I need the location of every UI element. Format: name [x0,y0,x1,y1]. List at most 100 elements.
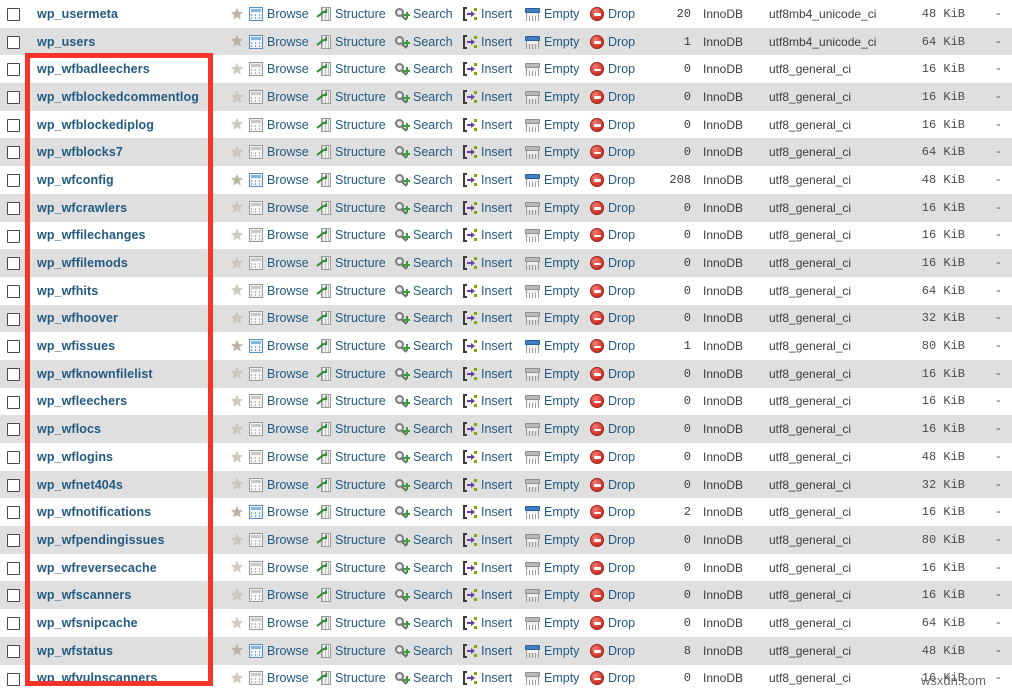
row-select-cell[interactable] [0,166,26,194]
structure-cell[interactable]: Structure [317,55,395,83]
table-row[interactable]: wp_wfvulnscanners★BrowseStructureSearchI… [0,665,1012,692]
star-icon[interactable]: ★ [230,366,243,381]
table-row[interactable]: wp_wfpendingissues★BrowseStructureSearch… [0,526,1012,554]
browse-link[interactable]: Browse [249,145,317,159]
browse-cell[interactable]: Browse [249,222,317,250]
browse-cell[interactable]: Browse [249,443,317,471]
insert-link[interactable]: Insert [463,311,525,325]
insert-link[interactable]: Insert [463,533,525,547]
empty-cell[interactable]: Empty [525,28,590,56]
structure-cell[interactable]: Structure [317,166,395,194]
search-cell[interactable]: Search [395,194,463,222]
drop-link[interactable]: Drop [590,644,646,658]
browse-link[interactable]: Browse [249,7,317,21]
structure-cell[interactable]: Structure [317,526,395,554]
row-checkbox[interactable] [7,396,20,409]
favorite-cell[interactable]: ★ [225,305,249,333]
row-checkbox[interactable] [7,257,20,270]
drop-link[interactable]: Drop [590,533,646,547]
empty-cell[interactable]: Empty [525,360,590,388]
table-name-cell[interactable]: wp_wfhits [26,277,225,305]
browse-cell[interactable]: Browse [249,111,317,139]
table-name-cell[interactable]: wp_usermeta [26,0,225,28]
browse-cell[interactable]: Browse [249,665,317,692]
table-name-cell[interactable]: wp_wflocs [26,415,225,443]
star-icon[interactable]: ★ [230,256,243,271]
structure-link[interactable]: Structure [317,35,395,49]
structure-cell[interactable]: Structure [317,83,395,111]
search-link[interactable]: Search [395,145,463,159]
browse-cell[interactable]: Browse [249,305,317,333]
table-row[interactable]: wp_wfblockediplog★BrowseStructureSearchI… [0,111,1012,139]
search-link[interactable]: Search [395,367,463,381]
insert-cell[interactable]: Insert [463,277,525,305]
structure-cell[interactable]: Structure [317,360,395,388]
table-name-cell[interactable]: wp_wfreversecache [26,554,225,582]
structure-cell[interactable]: Structure [317,581,395,609]
search-cell[interactable]: Search [395,609,463,637]
insert-cell[interactable]: Insert [463,665,525,692]
insert-link[interactable]: Insert [463,35,525,49]
empty-link[interactable]: Empty [525,644,590,658]
row-select-cell[interactable] [0,138,26,166]
insert-link[interactable]: Insert [463,173,525,187]
insert-cell[interactable]: Insert [463,471,525,499]
empty-link[interactable]: Empty [525,588,590,602]
row-select-cell[interactable] [0,111,26,139]
search-link[interactable]: Search [395,588,463,602]
search-cell[interactable]: Search [395,471,463,499]
row-checkbox[interactable] [7,36,20,49]
table-name-link[interactable]: wp_wfleechers [37,394,127,408]
table-row[interactable]: wp_usermeta★BrowseStructureSearchInsertE… [0,0,1012,28]
table-name-cell[interactable]: wp_wfvulnscanners [26,665,225,692]
insert-link[interactable]: Insert [463,201,525,215]
browse-link[interactable]: Browse [249,118,317,132]
drop-cell[interactable]: Drop [590,498,646,526]
browse-link[interactable]: Browse [249,173,317,187]
drop-link[interactable]: Drop [590,671,646,685]
drop-link[interactable]: Drop [590,422,646,436]
drop-cell[interactable]: Drop [590,332,646,360]
search-cell[interactable]: Search [395,360,463,388]
table-name-link[interactable]: wp_wfblockedcommentlog [37,90,199,104]
search-cell[interactable]: Search [395,166,463,194]
row-checkbox[interactable] [7,506,20,519]
structure-cell[interactable]: Structure [317,249,395,277]
drop-cell[interactable]: Drop [590,526,646,554]
drop-cell[interactable]: Drop [590,415,646,443]
table-row[interactable]: wp_wfblocks7★BrowseStructureSearchInsert… [0,138,1012,166]
favorite-cell[interactable]: ★ [225,83,249,111]
structure-link[interactable]: Structure [317,339,395,353]
row-checkbox[interactable] [7,230,20,243]
structure-cell[interactable]: Structure [317,28,395,56]
browse-cell[interactable]: Browse [249,83,317,111]
search-link[interactable]: Search [395,7,463,21]
search-cell[interactable]: Search [395,443,463,471]
empty-cell[interactable]: Empty [525,111,590,139]
drop-cell[interactable]: Drop [590,194,646,222]
search-cell[interactable]: Search [395,332,463,360]
favorite-cell[interactable]: ★ [225,277,249,305]
insert-link[interactable]: Insert [463,505,525,519]
search-cell[interactable]: Search [395,138,463,166]
insert-cell[interactable]: Insert [463,581,525,609]
empty-link[interactable]: Empty [525,671,590,685]
row-checkbox[interactable] [7,8,20,21]
row-select-cell[interactable] [0,277,26,305]
drop-link[interactable]: Drop [590,201,646,215]
structure-cell[interactable]: Structure [317,111,395,139]
search-cell[interactable]: Search [395,222,463,250]
row-select-cell[interactable] [0,55,26,83]
insert-link[interactable]: Insert [463,561,525,575]
row-checkbox[interactable] [7,368,20,381]
search-cell[interactable]: Search [395,665,463,692]
browse-link[interactable]: Browse [249,90,317,104]
browse-cell[interactable]: Browse [249,415,317,443]
row-checkbox[interactable] [7,645,20,658]
row-select-cell[interactable] [0,28,26,56]
drop-link[interactable]: Drop [590,7,646,21]
table-row[interactable]: wp_wfstatus★BrowseStructureSearchInsertE… [0,637,1012,665]
empty-link[interactable]: Empty [525,35,590,49]
browse-cell[interactable]: Browse [249,554,317,582]
structure-link[interactable]: Structure [317,533,395,547]
